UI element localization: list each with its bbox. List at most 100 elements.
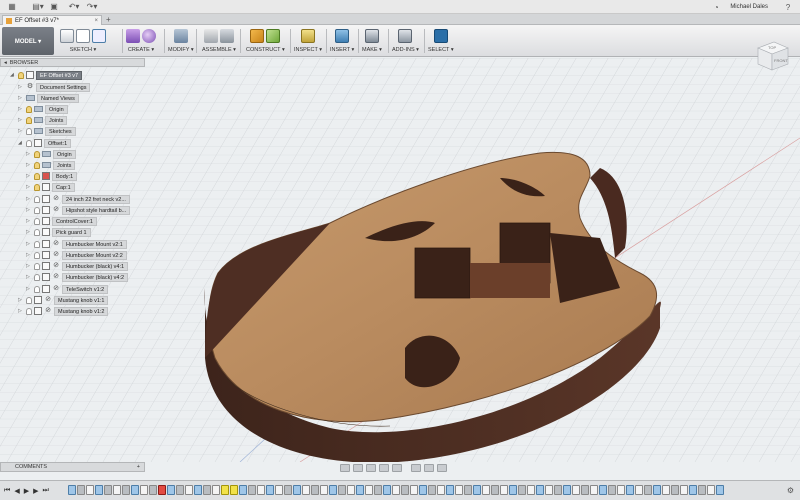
timeline-feature[interactable] — [707, 485, 715, 495]
tree-item[interactable]: ▷ Origin — [26, 149, 76, 159]
timeline-feature[interactable] — [221, 485, 229, 495]
previous-step-icon[interactable]: ◀ — [14, 487, 19, 495]
tree-item[interactable]: ▷ ⊘ Humbucker Mount v2:1 — [26, 239, 127, 249]
timeline-feature[interactable] — [248, 485, 256, 495]
tree-item[interactable]: ▷ Cap:1 — [26, 182, 75, 192]
display-settings-icon[interactable] — [411, 464, 421, 472]
tree-item[interactable]: ▷ ControlCover:1 — [26, 216, 97, 226]
timeline-feature[interactable] — [275, 485, 283, 495]
timeline-feature[interactable] — [95, 485, 103, 495]
timeline-feature[interactable] — [122, 485, 130, 495]
sketch-group[interactable]: SKETCH ▾ — [60, 27, 106, 55]
visibility-bulb-icon[interactable] — [34, 161, 40, 169]
timeline-feature[interactable] — [644, 485, 652, 495]
visibility-bulb-icon[interactable] — [34, 228, 40, 236]
line-icon[interactable] — [76, 29, 90, 43]
timeline-feature[interactable] — [554, 485, 562, 495]
tree-item[interactable]: ▷ ⊘ TeleSwitch v1:2 — [26, 284, 109, 294]
timeline-feature[interactable] — [689, 485, 697, 495]
visibility-bulb-icon[interactable] — [26, 127, 32, 135]
timeline-feature[interactable] — [365, 485, 373, 495]
visibility-bulb-icon[interactable] — [34, 217, 40, 225]
scripts-icon[interactable] — [398, 29, 413, 43]
timeline-feature[interactable] — [446, 485, 454, 495]
timeline-feature[interactable] — [410, 485, 418, 495]
timeline-feature[interactable] — [167, 485, 175, 495]
first-step-icon[interactable]: ⏮ — [4, 487, 10, 495]
fit-icon[interactable] — [392, 464, 402, 472]
tree-item[interactable]: ▷ ⊘ 24 inch 22 fret neck v2... — [26, 194, 130, 204]
make-group[interactable]: MAKE ▾ — [362, 27, 382, 55]
timeline-feature[interactable] — [284, 485, 292, 495]
expand-arrow-icon[interactable]: ▷ — [26, 274, 32, 280]
sphere-icon[interactable] — [142, 29, 156, 43]
timeline-feature[interactable] — [671, 485, 679, 495]
timeline-feature[interactable] — [581, 485, 589, 495]
timeline-feature[interactable] — [140, 485, 148, 495]
inspect-menu[interactable]: INSPECT ▾ — [294, 47, 322, 53]
timeline-feature[interactable] — [662, 485, 670, 495]
timeline-feature[interactable] — [347, 485, 355, 495]
timeline-feature[interactable] — [392, 485, 400, 495]
timeline-feature[interactable] — [563, 485, 571, 495]
expand-arrow-icon[interactable]: ▷ — [26, 241, 32, 247]
assemble-menu[interactable]: ASSEMBLE ▾ — [202, 47, 236, 53]
timeline-feature[interactable] — [302, 485, 310, 495]
timeline-feature[interactable] — [518, 485, 526, 495]
timeline-feature[interactable] — [257, 485, 265, 495]
create-menu[interactable]: CREATE ▾ — [128, 47, 154, 53]
expand-arrow-icon[interactable]: ▷ — [18, 84, 24, 90]
timeline-feature[interactable] — [230, 485, 238, 495]
workspace-switcher[interactable]: MODEL ▾ — [2, 27, 54, 55]
timeline-feature[interactable] — [590, 485, 598, 495]
expand-arrow-icon[interactable]: ▷ — [18, 117, 24, 123]
timeline-feature[interactable] — [320, 485, 328, 495]
document-tab[interactable]: EF Offset #3 v7* × — [2, 15, 102, 25]
timeline-feature[interactable] — [293, 485, 301, 495]
visibility-bulb-icon[interactable] — [26, 139, 32, 147]
timeline-feature[interactable] — [311, 485, 319, 495]
timeline-feature[interactable] — [680, 485, 688, 495]
timeline-feature[interactable] — [401, 485, 409, 495]
user-name[interactable]: Michael Dales — [730, 4, 768, 10]
tree-item[interactable]: ▷ ⊘ Mustang knob v1:2 — [18, 306, 109, 316]
expand-arrow-icon[interactable]: ▷ — [26, 173, 32, 179]
select-group[interactable]: SELECT ▾ — [428, 27, 454, 55]
timeline-feature[interactable] — [500, 485, 508, 495]
help-icon[interactable]: ? — [782, 2, 794, 12]
expand-arrow-icon[interactable]: ▷ — [26, 252, 32, 258]
timeline-feature[interactable] — [491, 485, 499, 495]
timeline-feature[interactable] — [374, 485, 382, 495]
redo-icon[interactable]: ↷▾ — [86, 2, 98, 12]
timeline-feature[interactable] — [536, 485, 544, 495]
add-ins-group[interactable]: ADD-INS ▾ — [392, 27, 419, 55]
tree-item[interactable]: ▷ ⊘ Humbucker (black) v4:1 — [26, 261, 129, 271]
tree-item[interactable]: ▷ ⊘ Hipshot style hardtail b... — [26, 205, 131, 215]
tree-item[interactable]: ▷ Pick guard 1 — [26, 227, 91, 237]
expand-arrow-icon[interactable]: ▷ — [26, 207, 32, 213]
timeline-feature[interactable] — [527, 485, 535, 495]
timeline-feature[interactable] — [617, 485, 625, 495]
insert-menu[interactable]: INSERT ▾ — [330, 47, 354, 53]
view-cube[interactable]: TOP FRONT — [752, 38, 792, 78]
new-component-icon[interactable] — [203, 29, 218, 43]
zoom-icon[interactable] — [379, 464, 389, 472]
timeline-feature[interactable] — [464, 485, 472, 495]
timeline-feature[interactable] — [86, 485, 94, 495]
tree-item[interactable]: ▷ Named Views — [18, 93, 79, 103]
viewports-icon[interactable] — [437, 464, 447, 472]
joint-icon[interactable] — [219, 29, 234, 43]
modify-menu[interactable]: MODIFY ▾ — [168, 47, 194, 53]
construct-group[interactable]: CONSTRUCT ▾ — [246, 27, 285, 55]
next-step-icon[interactable]: ▶ — [33, 487, 38, 495]
timeline-feature[interactable] — [338, 485, 346, 495]
view-cube-front-label[interactable]: FRONT — [774, 58, 788, 63]
undo-icon[interactable]: ↶▾ — [68, 2, 80, 12]
create-group[interactable]: CREATE ▾ — [126, 27, 156, 55]
tree-root[interactable]: ◢ EF Offset #3 v7 — [10, 70, 83, 80]
timeline-feature[interactable] — [194, 485, 202, 495]
timeline-feature[interactable] — [626, 485, 634, 495]
timeline-feature[interactable] — [203, 485, 211, 495]
view-cube-top-label[interactable]: TOP — [768, 45, 776, 50]
visibility-bulb-icon[interactable] — [34, 262, 40, 270]
